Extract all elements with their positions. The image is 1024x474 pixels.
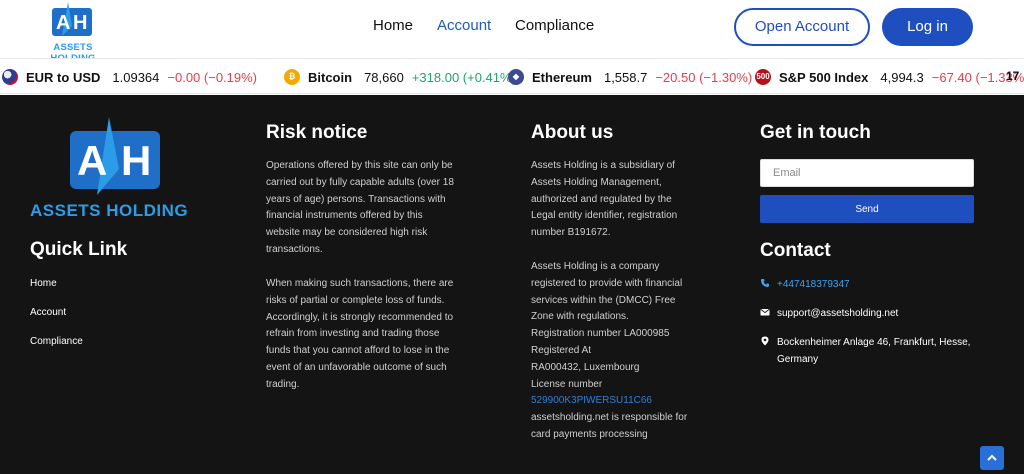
ticker-name: S&P 500 Index (779, 69, 869, 85)
about-us-title: About us (531, 122, 614, 143)
ticker-price: 78,660 (364, 69, 404, 85)
footer-link-account[interactable]: Account (30, 307, 66, 318)
about-tail: assetsholding.net is responsible for car… (531, 412, 688, 440)
header-logo[interactable]: A H ASSETS HOLDING (30, 2, 116, 64)
svg-text:A: A (77, 137, 107, 184)
quick-link-title: Quick Link (30, 239, 128, 260)
ah-logo-icon: A H (70, 117, 160, 195)
ticker-change: −0.00 (−0.19%) (167, 69, 258, 85)
ticker-name: Ethereum (532, 69, 592, 85)
ticker-item[interactable]: ◆ Ethereum 1,558.7 −20.50 (−1.30%) (508, 59, 753, 93)
open-account-button[interactable]: Open Account (734, 8, 870, 46)
footer-logo-text: ASSETS HOLDING (30, 201, 189, 220)
footer-logo[interactable]: A H ASSETS HOLDING (30, 117, 200, 227)
about-line: registered to provide with financial (531, 277, 683, 289)
ticker-change: −20.50 (−1.30%) (655, 69, 753, 85)
sp500-icon: 500 (755, 69, 771, 85)
footer-link-compliance[interactable]: Compliance (30, 336, 83, 347)
svg-text:A: A (56, 12, 70, 34)
ticker-name: Bitcoin (308, 69, 353, 85)
contact-title: Contact (760, 240, 831, 261)
nav-compliance[interactable]: Compliance (515, 17, 594, 34)
send-button[interactable]: Send (760, 195, 974, 223)
market-ticker[interactable]: EUR to USD 1.09364 −0.00 (−0.19%) ₿ Bitc… (0, 58, 1024, 94)
phone-number[interactable]: +447418379347 (777, 276, 850, 293)
address-line: Bockenheimer Anlage 46, Frankfurt, Hesse… (777, 337, 971, 348)
eu-us-flag-icon (2, 69, 18, 85)
ticker-price: 1.09364 (112, 69, 160, 85)
about-line: Registration number LA000985 (531, 328, 670, 340)
about-line: License number (531, 378, 603, 390)
about-paragraph: Assets Holding is a company registered t… (531, 259, 706, 444)
envelope-icon (760, 309, 770, 316)
ticker-price: 4,994.3 (880, 69, 924, 85)
about-paragraph: Assets Holding is a subsidiary of Assets… (531, 160, 678, 239)
ticker-price: 1,558.7 (603, 69, 648, 85)
ticker-change: +318.00 (+0.41%) (411, 69, 516, 85)
license-link[interactable]: 529900K3PIWERSU11C66 (531, 393, 706, 410)
risk-notice-title: Risk notice (266, 122, 368, 143)
svg-text:H: H (73, 12, 87, 34)
support-email[interactable]: support@assetsholding.net (777, 305, 898, 322)
ticker-item[interactable]: 500 S&P 500 Index 4,994.3 −67.40 (−1.33%… (755, 59, 1024, 93)
email-input[interactable] (760, 159, 974, 187)
get-in-touch-title: Get in touch (760, 122, 871, 143)
tradingview-badge[interactable]: 17 (1006, 69, 1019, 83)
footer-link-home[interactable]: Home (30, 278, 57, 289)
map-pin-icon (761, 336, 769, 346)
site-header: A H ASSETS HOLDING Home Account Complian… (0, 0, 1024, 64)
nav-account[interactable]: Account (437, 17, 491, 34)
ticker-name: EUR to USD (26, 69, 101, 85)
ah-logo-icon: A H (52, 2, 92, 36)
site-footer: A H ASSETS HOLDING Quick Link Home Accou… (0, 95, 1024, 474)
svg-text:H: H (121, 137, 151, 184)
chevron-up-icon[interactable] (980, 446, 1004, 470)
ethereum-icon: ◆ (508, 69, 524, 85)
ticker-item[interactable]: EUR to USD 1.09364 −0.00 (−0.19%) (2, 59, 258, 93)
login-button[interactable]: Log in (882, 8, 973, 46)
about-line: services within the (DMCC) Free (531, 294, 676, 306)
nav-home[interactable]: Home (373, 17, 413, 34)
risk-paragraph: Operations offered by this site can only… (266, 160, 454, 255)
risk-paragraph: When making such transactions, there are… (266, 278, 454, 390)
address-line: Germany (777, 354, 819, 365)
about-line: Assets Holding is a company (531, 261, 660, 272)
about-line: Registered At (531, 344, 592, 356)
phone-icon (761, 279, 769, 287)
about-line: RA000432, Luxembourg (531, 361, 640, 373)
about-line: Zone with regulations. (531, 311, 629, 323)
ticker-item[interactable]: ₿ Bitcoin 78,660 +318.00 (+0.41%) (284, 59, 516, 93)
bitcoin-icon: ₿ (284, 69, 300, 85)
